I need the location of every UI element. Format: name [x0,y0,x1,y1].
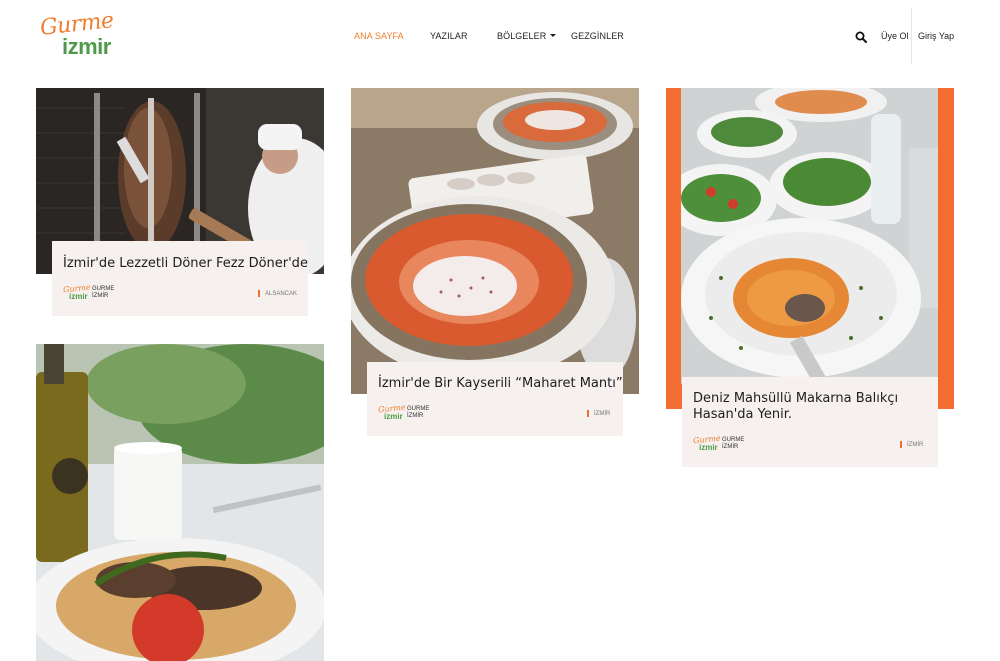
nav-travelers[interactable]: GEZGİNLER [571,31,624,41]
avatar-wordmark: izmir [69,292,88,301]
post-title[interactable]: Deniz Mahsüllü Makarna Balıkçı Hasan'da Y… [693,391,898,423]
avatar-wordmark: izmir [384,412,403,421]
nav-posts[interactable]: YAZILAR [430,31,468,41]
author-name[interactable]: GURME İZMİR [407,406,429,420]
manti-photo [351,88,639,394]
region-tag[interactable]: İZMİR [900,441,923,448]
post-card[interactable]: Deniz Mahsüllü Makarna Balıkçı Hasan'da Y… [682,377,938,467]
avatar-wordmark: izmir [699,443,718,452]
author-line1: GURME [407,406,430,412]
author-avatar: Gurme izmir [63,283,91,303]
login-link[interactable]: Giriş Yap [918,31,954,41]
region-tag[interactable]: ALSANCAK [258,290,297,297]
author-line1: GURME [722,437,745,443]
makarna-photo [681,88,938,384]
author-avatar: Gurme izmir [693,434,721,454]
post-meta: Gurme izmir GURME İZMİR ALSANCAK [63,283,319,303]
author-line1: GURME [92,286,115,292]
nav-home[interactable]: ANA SAYFA [354,31,404,41]
header-divider [911,8,912,64]
post-image-makarna[interactable] [681,88,938,384]
post-meta: Gurme izmir GURME İZMİR İZMİR [693,434,949,454]
site-logo[interactable]: Gurme izmir [38,8,118,62]
post-title[interactable]: İzmir'de Bir Kayserili “Maharet Mantı” [378,376,623,392]
signup-link[interactable]: Üye Ol [881,31,909,41]
chevron-down-icon [550,34,557,38]
post-title-line1: Deniz Mahsüllü Makarna Balıkçı [693,391,899,406]
post-image-kebap[interactable] [36,344,324,661]
author-avatar: Gurme izmir [378,403,406,423]
post-title-line2: Hasan'da Yenir. [693,407,792,422]
post-card[interactable]: İzmir'de Lezzetli Döner Fezz Döner'de Gu… [52,241,308,316]
post-card[interactable]: İzmir'de Bir Kayserili “Maharet Mantı” G… [367,362,623,436]
nav-regions[interactable]: BÖLGELER [497,31,557,41]
author-line2: İZMİR [407,413,424,419]
post-image-manti[interactable] [351,88,639,394]
logo-wordmark: izmir [62,34,111,59]
search-icon[interactable] [855,31,867,43]
author-line2: İZMİR [92,293,109,299]
nav-regions-label: BÖLGELER [497,31,547,41]
author-line2: İZMİR [722,444,739,450]
author-name[interactable]: GURME İZMİR [722,437,744,451]
post-title[interactable]: İzmir'de Lezzetli Döner Fezz Döner'de [63,256,308,272]
author-name[interactable]: GURME İZMİR [92,286,114,300]
post-meta: Gurme izmir GURME İZMİR İZMİR [378,403,634,423]
kebap-photo [36,344,324,661]
region-tag[interactable]: İZMİR [587,410,610,417]
